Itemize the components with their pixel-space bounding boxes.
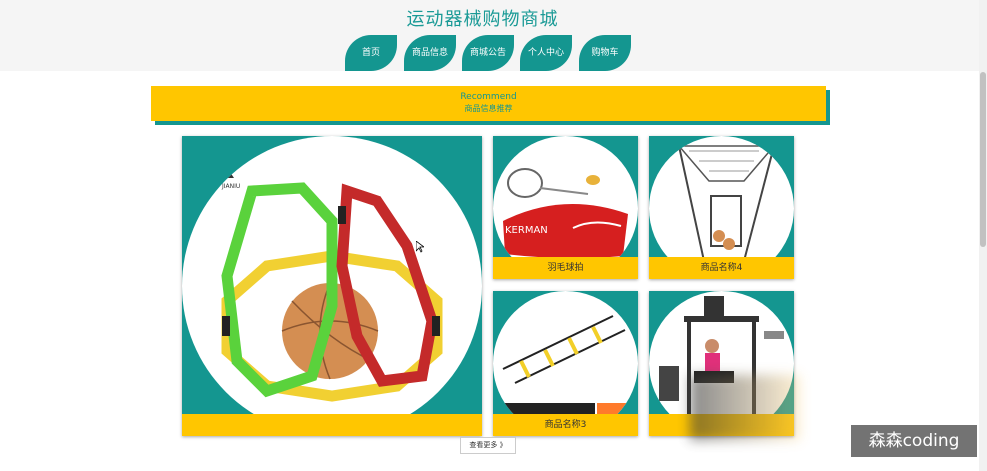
product-label-4: 商品名称4 — [649, 257, 794, 279]
mouse-cursor-icon — [416, 241, 424, 253]
watermark: 森森coding — [851, 425, 977, 457]
racket-bag-brand: KERMAN — [505, 225, 548, 236]
product-card-badminton[interactable]: KERMAN 羽毛球拍 — [493, 136, 638, 279]
product-card-4[interactable]: 商品名称4 — [649, 136, 794, 279]
recommend-title-en: Recommend — [460, 92, 517, 102]
product-label-large — [182, 414, 482, 436]
recommend-banner: Recommend 商品信息推荐 — [151, 86, 826, 121]
nav-tab-announcements[interactable]: 商城公告 — [462, 35, 514, 71]
page-scrollbar[interactable] — [979, 0, 987, 471]
product-card-large[interactable]: JIANIU — [182, 136, 482, 436]
agility-rings-basketball-image: JIANIU — [221, 172, 443, 402]
view-more-button[interactable]: 查看更多 》 — [460, 437, 516, 454]
product-label-3: 商品名称3 — [493, 414, 638, 436]
nav-tab-home[interactable]: 首页 — [345, 35, 397, 71]
nav-tab-cart[interactable]: 购物车 — [579, 35, 631, 71]
recommend-title-cn: 商品信息推荐 — [464, 104, 513, 113]
header: 运动器械购物商城 首页 商品信息 商城公告 个人中心 购物车 — [0, 0, 987, 71]
product-card-3[interactable]: 商品名称3 — [493, 291, 638, 436]
svg-text:JIANIU: JIANIU — [221, 183, 240, 190]
nav-tab-products[interactable]: 商品信息 — [404, 35, 456, 71]
blurred-overlay — [690, 375, 800, 440]
nav-tab-profile[interactable]: 个人中心 — [520, 35, 572, 71]
site-title: 运动器械购物商城 — [406, 9, 559, 30]
product-image-circle: JIANIU — [182, 136, 482, 436]
scrollbar-thumb[interactable] — [980, 72, 986, 247]
product-label-badminton: 羽毛球拍 — [493, 257, 638, 279]
